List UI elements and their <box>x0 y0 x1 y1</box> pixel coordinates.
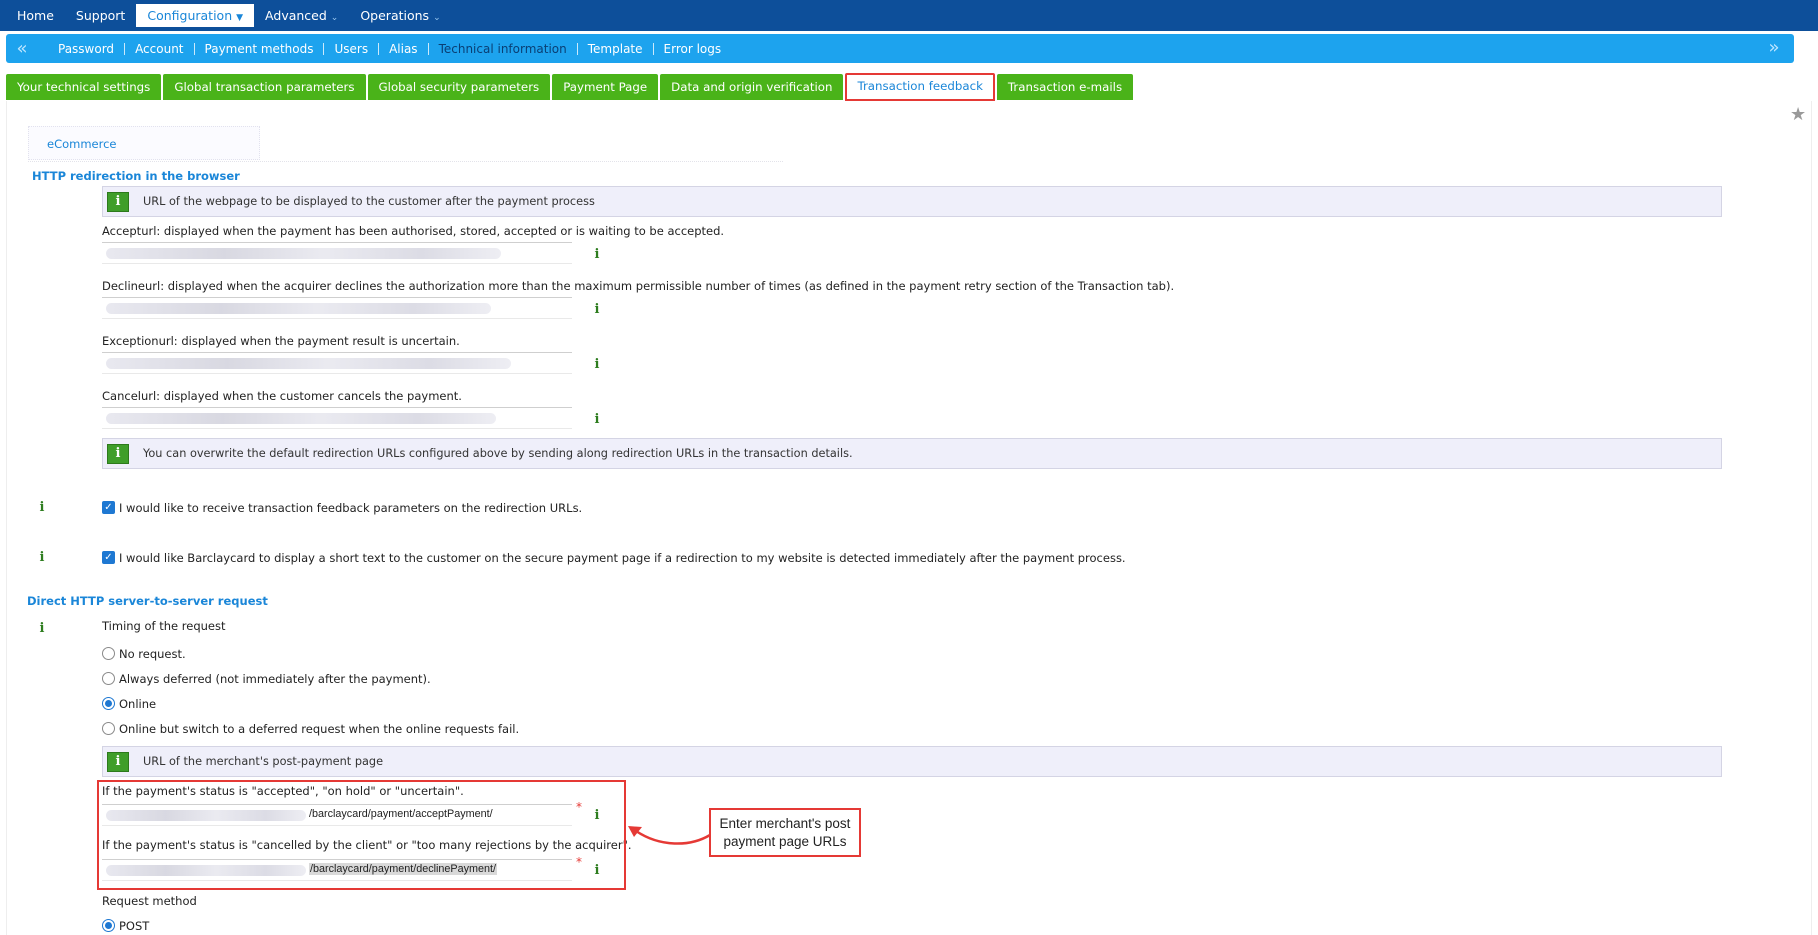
post-payment-info-box: i URL of the merchant's post-payment pag… <box>102 746 1722 777</box>
topnav-support-label: Support <box>75 8 126 23</box>
topnav-home[interactable]: Home <box>6 4 65 27</box>
topnav-operations[interactable]: Operations ⌄ <box>349 4 451 27</box>
feedback-params-label: I would like to receive transaction feed… <box>119 501 583 515</box>
topnav-operations-label: Operations <box>360 8 430 23</box>
chevron-down-icon: ▼ <box>236 13 244 23</box>
declineurl-input[interactable] <box>102 297 572 319</box>
redacted-url <box>106 358 511 369</box>
radio-no-request[interactable] <box>102 647 115 660</box>
subnav-users[interactable]: Users <box>324 42 380 55</box>
post-payment-info-text: URL of the merchant's post-payment page <box>143 755 384 768</box>
topnav-configuration[interactable]: Configuration ▼ <box>136 4 255 27</box>
info-icon: i <box>107 751 129 772</box>
scroll-left-icon[interactable]: « <box>6 38 38 59</box>
redirect-info-box: i URL of the webpage to be displayed to … <box>102 186 1722 217</box>
info-icon: i <box>107 191 129 212</box>
chevron-down-icon: ⌄ <box>330 13 339 23</box>
topnav-advanced-label: Advanced <box>265 8 327 23</box>
topnav-home-label: Home <box>17 8 54 23</box>
info-icon: i <box>107 443 129 464</box>
server-request-title: Direct HTTP server-to-server request <box>27 594 268 608</box>
timing-label: Timing of the request <box>102 619 226 633</box>
settings-tabs: Your technical settings Global transacti… <box>6 73 1134 101</box>
tab-payment-page[interactable]: Payment Page <box>552 74 659 100</box>
radio-online-fallback[interactable] <box>102 722 115 735</box>
callout-note: Enter merchant's post payment page URLs <box>709 808 861 857</box>
callout-arrow <box>628 826 711 845</box>
cancelurl-input[interactable] <box>102 407 572 429</box>
redirect-info-text: URL of the webpage to be displayed to th… <box>143 195 595 208</box>
http-redirection-title: HTTP redirection in the browser <box>32 169 240 183</box>
ecommerce-subtab[interactable]: eCommerce <box>28 126 260 160</box>
chevron-down-icon: ⌄ <box>433 13 441 23</box>
exceptionurl-label: Exceptionurl: displayed when the payment… <box>102 334 460 348</box>
topnav-advanced[interactable]: Advanced ⌄ <box>254 4 349 27</box>
request-method-label: Request method <box>102 894 197 908</box>
exceptionurl-info-icon[interactable]: i <box>590 357 604 373</box>
declineurl-info-icon[interactable]: i <box>590 302 604 318</box>
tab-transaction-feedback[interactable]: Transaction feedback <box>845 73 995 101</box>
sub-nav-bar: « Password Account Payment methods Users… <box>6 34 1794 63</box>
radio-online[interactable] <box>102 697 115 710</box>
redacted-url <box>106 303 491 314</box>
cancelurl-label: Cancelurl: displayed when the customer c… <box>102 389 462 403</box>
topnav-support[interactable]: Support <box>65 4 136 27</box>
subnav-payment-methods[interactable]: Payment methods <box>195 42 325 55</box>
overwrite-info-box: i You can overwrite the default redirect… <box>102 438 1722 469</box>
short-text-checkbox[interactable]: ✓ <box>102 551 115 564</box>
subnav-template[interactable]: Template <box>578 42 654 55</box>
tab-transaction-emails[interactable]: Transaction e-mails <box>996 74 1134 100</box>
callout-arrow-line <box>635 829 711 845</box>
radio-online-fallback-label: Online but switch to a deferred request … <box>119 722 520 736</box>
radio-post-label: POST <box>119 919 150 933</box>
feedback-params-checkbox[interactable]: ✓ <box>102 501 115 514</box>
radio-post[interactable] <box>102 919 115 932</box>
short-text-info-icon[interactable]: i <box>35 550 49 566</box>
declineurl-label: Declineurl: displayed when the acquirer … <box>102 279 1175 293</box>
subnav-account[interactable]: Account <box>125 42 195 55</box>
radio-no-request-label: No request. <box>119 647 186 661</box>
scroll-right-icon[interactable]: » <box>1758 37 1790 58</box>
redacted-url <box>106 413 496 424</box>
exceptionurl-input[interactable] <box>102 352 572 374</box>
tab-global-transaction-parameters[interactable]: Global transaction parameters <box>163 74 366 100</box>
divider <box>28 161 783 162</box>
accepturl-info-icon[interactable]: i <box>590 247 604 263</box>
feedback-params-info-icon[interactable]: i <box>35 500 49 516</box>
redacted-url <box>106 248 501 259</box>
subnav-password[interactable]: Password <box>48 42 126 55</box>
star-icon[interactable]: ★ <box>1790 104 1806 125</box>
tab-global-security-parameters[interactable]: Global security parameters <box>367 74 551 100</box>
subnav-alias[interactable]: Alias <box>379 42 429 55</box>
topnav-configuration-label: Configuration <box>147 8 233 23</box>
subnav-error-logs[interactable]: Error logs <box>654 43 732 55</box>
radio-always-deferred-label: Always deferred (not immediately after t… <box>119 672 431 686</box>
cancelurl-info-icon[interactable]: i <box>590 412 604 428</box>
accepturl-label: Accepturl: displayed when the payment ha… <box>102 224 725 238</box>
short-text-label: I would like Barclaycard to display a sh… <box>119 551 1126 565</box>
highlight-box <box>97 780 626 890</box>
accepturl-input[interactable] <box>102 242 572 264</box>
radio-online-label: Online <box>119 697 157 711</box>
tab-your-technical-settings[interactable]: Your technical settings <box>6 74 162 100</box>
tab-data-and-origin-verification[interactable]: Data and origin verification <box>660 74 844 100</box>
subnav-technical-information[interactable]: Technical information <box>429 42 578 55</box>
server-request-info-icon[interactable]: i <box>35 621 49 637</box>
top-nav-bar: Home Support Configuration ▼ Advanced ⌄ Op… <box>0 0 1818 31</box>
callout-arrow-head <box>628 826 642 837</box>
overwrite-info-text: You can overwrite the default redirectio… <box>143 447 853 460</box>
radio-always-deferred[interactable] <box>102 672 115 685</box>
